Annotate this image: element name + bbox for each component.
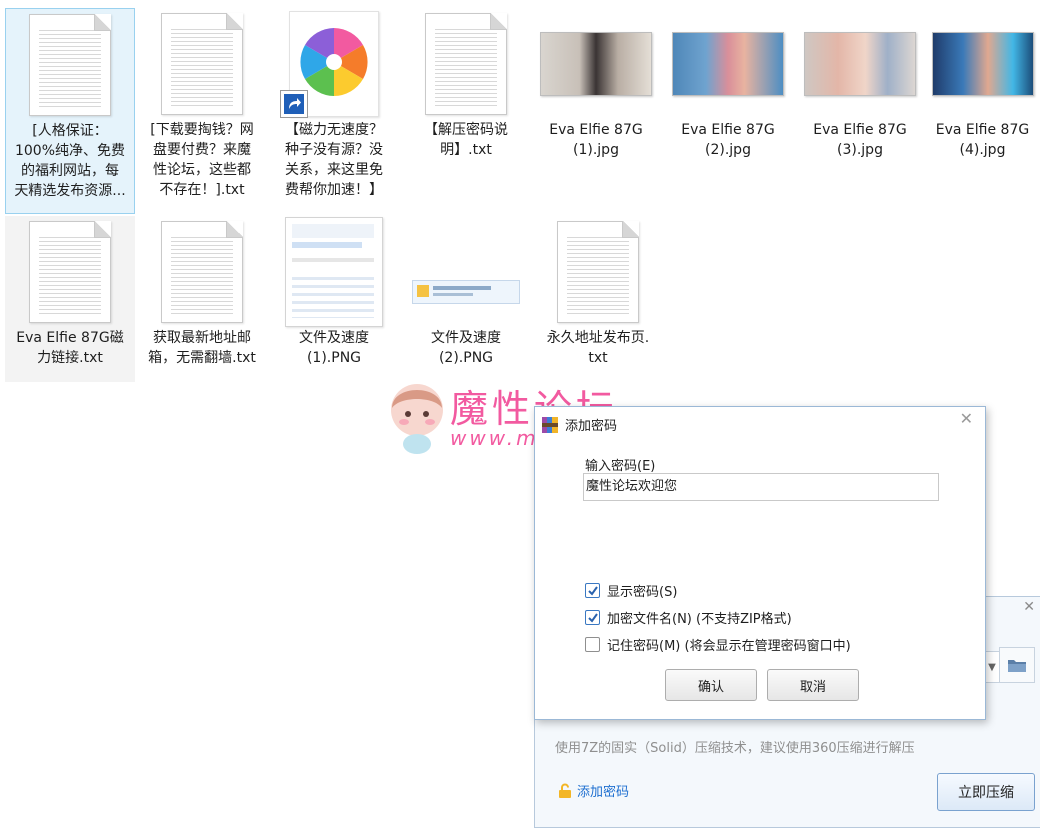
solid-compression-info: 使用7Z的固实（Solid）压缩技术，建议使用360压缩进行解压	[555, 741, 915, 756]
remember-password-checkbox[interactable]	[585, 637, 600, 652]
folder-browse-button[interactable]	[999, 647, 1035, 683]
file-item[interactable]: 【磁力无速度？ 种子没有源？没 关系，来这里免 费帮你加速！】	[269, 8, 399, 200]
file-name: Eva Elfie 87G磁 力链接.txt	[16, 330, 124, 366]
image-thumbnail	[406, 216, 526, 328]
file-name: 获取最新地址邮 箱，无需翻墙.txt	[148, 330, 256, 366]
txt-file-icon	[142, 216, 262, 328]
file-item[interactable]: Eva Elfie 87G (3).jpg	[795, 8, 925, 160]
archive-app-icon	[542, 416, 558, 433]
file-name: Eva Elfie 87G (3).jpg	[813, 122, 907, 158]
file-name: 【解压密码说 明】.txt	[424, 122, 508, 158]
remember-password-label: 记住密码(M) (将会显示在管理密码窗口中)	[607, 639, 851, 654]
file-item[interactable]: [下载要掏钱？网 盘要付费？来魔 性论坛，这些都 不存在！].txt	[137, 8, 267, 200]
file-item[interactable]: 文件及速度 (1).PNG	[269, 216, 399, 368]
cancel-button[interactable]: 取消	[767, 669, 859, 701]
dialog-title: 添加密码	[565, 419, 618, 434]
add-password-dialog: 添加密码 ✕ 输入密码(E) 魔性论坛欢迎您 显示密码(S) 加密文件名(N) …	[534, 406, 986, 720]
txt-file-icon	[10, 216, 130, 328]
file-name: [人格保证： 100%纯净、免费 的福利网站，每 天精选发布资源...	[14, 123, 126, 199]
password-input[interactable]: 魔性论坛欢迎您	[583, 473, 939, 501]
file-item[interactable]: Eva Elfie 87G (1).jpg	[531, 8, 661, 160]
show-password-option[interactable]: 显示密码(S)	[585, 581, 677, 600]
file-item[interactable]: 文件及速度 (2).PNG	[401, 216, 531, 368]
mascot-logo	[391, 384, 443, 454]
file-name: Eva Elfie 87G (1).jpg	[549, 122, 643, 158]
show-password-checkbox[interactable]	[585, 583, 600, 598]
file-item[interactable]: 永久地址发布页. txt	[533, 216, 663, 368]
file-name: Eva Elfie 87G (4).jpg	[935, 122, 1030, 158]
add-password-label[interactable]: 添加密码	[577, 781, 629, 800]
file-name: 文件及速度 (2).PNG	[431, 330, 501, 366]
checkmark-icon	[587, 585, 598, 596]
txt-file-icon	[538, 216, 658, 328]
file-item[interactable]: [人格保证： 100%纯净、免费 的福利网站，每 天精选发布资源...	[5, 8, 135, 214]
image-thumbnail	[800, 8, 920, 120]
password-field-label: 输入密码(E)	[585, 459, 656, 474]
dialog-titlebar: 添加密码	[541, 415, 617, 434]
file-item[interactable]: Eva Elfie 87G (2).jpg	[663, 8, 793, 160]
encrypt-filenames-label: 加密文件名(N) (不支持ZIP格式)	[607, 612, 792, 627]
file-item[interactable]: 获取最新地址邮 箱，无需翻墙.txt	[137, 216, 267, 368]
image-thumbnail	[668, 8, 788, 120]
lock-icon	[559, 783, 571, 798]
shortcut-arrow-icon	[280, 90, 308, 118]
txt-file-icon	[10, 9, 130, 121]
image-thumbnail	[274, 216, 394, 328]
confirm-button[interactable]: 确认	[665, 669, 757, 701]
show-password-label: 显示密码(S)	[607, 585, 678, 600]
compress-now-button[interactable]: 立即压缩	[937, 773, 1035, 811]
folder-icon	[1008, 660, 1026, 672]
add-password-link[interactable]: 添加密码	[557, 781, 629, 800]
shortcut-file-icon	[274, 8, 394, 120]
checkmark-icon	[587, 612, 598, 623]
txt-file-icon	[406, 8, 526, 120]
close-icon[interactable]: ✕	[960, 409, 973, 428]
close-icon[interactable]: ✕	[1023, 599, 1035, 615]
file-name: 永久地址发布页. txt	[546, 330, 650, 366]
remember-password-option[interactable]: 记住密码(M) (将会显示在管理密码窗口中)	[585, 635, 851, 654]
encrypt-filenames-option[interactable]: 加密文件名(N) (不支持ZIP格式)	[585, 608, 792, 627]
file-item[interactable]: 【解压密码说 明】.txt	[401, 8, 531, 160]
file-name: 文件及速度 (1).PNG	[299, 330, 369, 366]
file-name: Eva Elfie 87G (2).jpg	[681, 122, 775, 158]
file-name: 【磁力无速度？ 种子没有源？没 关系，来这里免 费帮你加速！】	[285, 122, 383, 198]
file-item[interactable]: Eva Elfie 87G磁 力链接.txt	[5, 216, 135, 382]
image-thumbnail	[536, 8, 656, 120]
encrypt-filenames-checkbox[interactable]	[585, 610, 600, 625]
file-item[interactable]: Eva Elfie 87G (4).jpg	[925, 8, 1040, 160]
image-thumbnail	[925, 8, 1040, 120]
txt-file-icon	[142, 8, 262, 120]
file-name: [下载要掏钱？网 盘要付费？来魔 性论坛，这些都 不存在！].txt	[150, 122, 254, 198]
